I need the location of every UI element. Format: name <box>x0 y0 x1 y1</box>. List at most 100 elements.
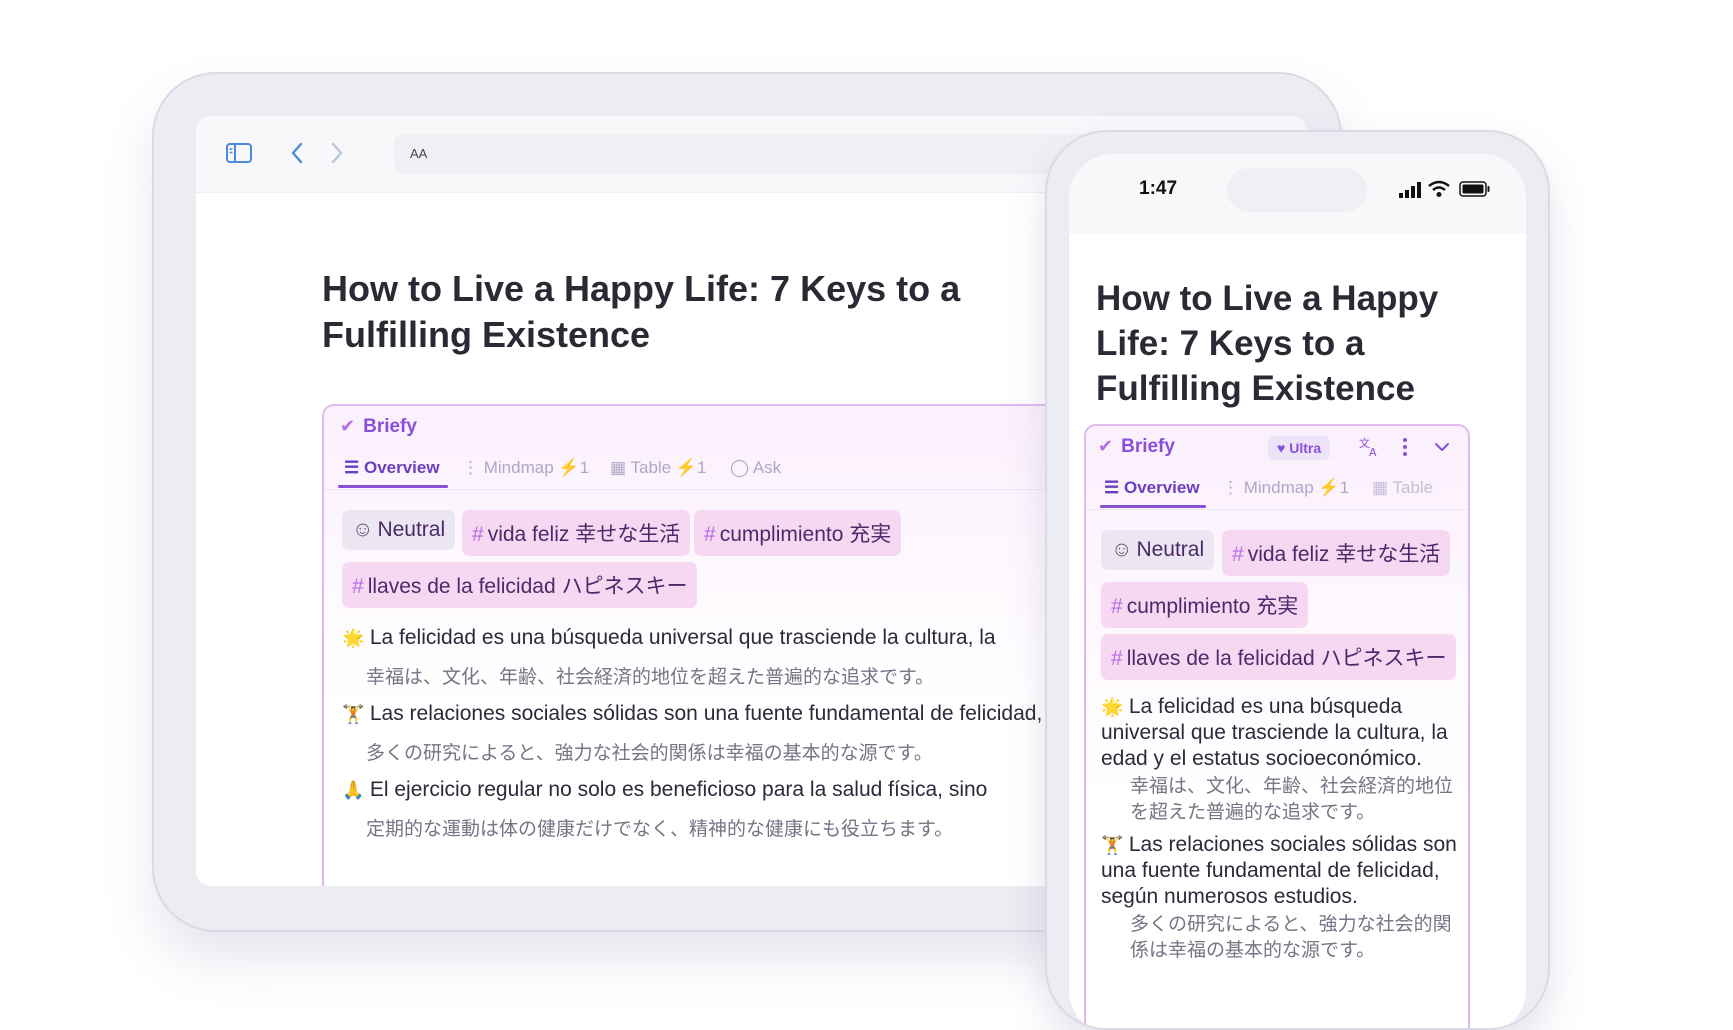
bolt-count: 1 <box>697 458 707 477</box>
signal-icon <box>1399 182 1421 198</box>
hash-icon: # <box>352 575 364 598</box>
battery-icon <box>1459 181 1490 197</box>
text-size-button[interactable]: AA <box>410 146 427 161</box>
chevron-left-icon[interactable] <box>290 142 304 164</box>
tag-chip[interactable]: # vida feliz 幸せな生活 <box>462 510 691 556</box>
briefy-header: ✔ Briefy <box>1098 436 1175 458</box>
star-icon: 🌟 <box>1101 697 1124 717</box>
chip-label: vida feliz 幸せな生活 <box>487 523 681 546</box>
list-icon: ☰ <box>1104 478 1120 497</box>
tab-mindmap[interactable]: ⋮ Mindmap ⚡1 <box>462 458 589 478</box>
briefy-brand: Briefy <box>363 416 417 437</box>
summary-point: 🏋 Las relaciones sociales sólidas son un… <box>342 702 1042 726</box>
article-title: How to Live a Happy Life: 7 Keys to a Fu… <box>1096 279 1439 408</box>
badge-label: Ultra <box>1289 440 1322 456</box>
chevron-right-icon[interactable] <box>330 142 344 164</box>
smile-icon: ☺ <box>352 518 374 541</box>
point-text-es: El ejercicio regular no solo es benefici… <box>369 778 988 801</box>
tab-label: Overview <box>363 458 440 477</box>
tag-chip[interactable]: # llaves de la felicidad ハピネスキー <box>342 562 698 608</box>
weightlifter-icon: 🏋 <box>1101 835 1124 855</box>
wifi-icon <box>1428 180 1450 197</box>
ultra-badge: ♥ Ultra <box>1268 436 1331 460</box>
point-text-ja: 多くの研究によると、強力な社会的関係は幸福の基本的な源です。 <box>366 743 933 764</box>
hash-icon: # <box>1111 595 1123 618</box>
more-options-icon[interactable] <box>1402 437 1408 457</box>
phone-screen: 1:47 How to Live a Happy Life: 7 Keys to… <box>1069 154 1526 1028</box>
hash-icon: # <box>1232 543 1244 566</box>
chevron-down-icon[interactable] <box>1434 442 1450 452</box>
pray-icon: 🙏 <box>342 780 365 800</box>
bolt-icon: ⚡ <box>558 458 580 477</box>
point-text-ja: 定期的な運動は体の健康だけでなく、精神的な健康にも役立ちます。 <box>366 819 954 840</box>
chip-label: llaves de la felicidad ハピネスキー <box>367 575 688 598</box>
status-time: 1:47 <box>1139 178 1178 199</box>
tab-table[interactable]: ▦ Table ⚡1 <box>610 458 707 478</box>
point-text-es: La felicidad es una búsqueda universal q… <box>369 626 996 649</box>
tab-active-indicator <box>1100 505 1206 508</box>
table-icon: ▦ <box>610 458 627 477</box>
chip-label: Neutral <box>1136 538 1205 561</box>
tab-ask[interactable]: ◯ Ask <box>730 458 781 478</box>
bolt-icon: ⚡ <box>1318 478 1340 497</box>
hash-icon: # <box>1111 647 1123 670</box>
tabs-divider <box>1086 508 1468 510</box>
briefy-logo-icon: ✔ <box>340 416 356 436</box>
tab-overview[interactable]: ☰ Overview <box>344 458 440 478</box>
point-text-ja: 幸福は、文化、年齢、社会経済的地位を超えた普遍的な追求です。 <box>366 667 935 688</box>
mindmap-icon: ⋮ <box>462 458 479 477</box>
tab-label: Overview <box>1123 478 1200 497</box>
article-title: How to Live a Happy Life: 7 Keys to a Fu… <box>322 268 961 355</box>
weightlifter-icon: 🏋 <box>342 704 365 724</box>
bolt-icon: ⚡ <box>675 458 698 477</box>
mindmap-icon: ⋮ <box>1222 478 1239 497</box>
summary-point: 🙏 El ejercicio regular no solo es benefi… <box>342 778 987 802</box>
phone-device: 1:47 How to Live a Happy Life: 7 Keys to… <box>1045 130 1550 1030</box>
tab-label: Table <box>630 458 672 477</box>
translate-icon[interactable]: 文 A <box>1358 436 1382 458</box>
point-text-ja: 幸福は、文化、年齢、社会経済的地位を超えた普遍的な追求です。 <box>1130 776 1454 823</box>
point-text-ja: 多くの研究によると、強力な社会的関係は幸福の基本的な源です。 <box>1130 914 1452 961</box>
tab-label: Mindmap <box>1243 478 1314 497</box>
bolt-count: 1 <box>579 458 590 477</box>
tab-label: Table <box>1392 478 1434 497</box>
summary-point: 🏋 Las relaciones sociales sólidas son un… <box>1101 832 1463 910</box>
bolt-count: 1 <box>1339 478 1350 497</box>
briefy-logo-icon: ✔ <box>1098 436 1114 456</box>
svg-text:A: A <box>1369 446 1377 458</box>
hash-icon: # <box>472 523 484 546</box>
sentiment-chip[interactable]: ☺ Neutral <box>1101 530 1215 570</box>
heart-icon: ♥ <box>1277 440 1286 456</box>
summary-point: 🌟 La felicidad es una búsqueda universal… <box>1101 694 1463 772</box>
chip-label: cumplimiento 充実 <box>719 523 892 546</box>
hash-icon: # <box>704 523 716 546</box>
status-bar: 1:47 <box>1069 154 1526 234</box>
briefy-header: ✔ Briefy <box>340 416 417 438</box>
smile-icon: ☺ <box>1111 538 1133 561</box>
tab-mindmap[interactable]: ⋮ Mindmap ⚡1 <box>1222 478 1349 498</box>
chip-label: llaves de la felicidad ハピネスキー <box>1126 647 1447 670</box>
tag-chip[interactable]: # cumplimiento 充実 <box>694 510 902 556</box>
tab-overview[interactable]: ☰ Overview <box>1104 478 1200 498</box>
point-text-es: La felicidad es una búsqueda universal q… <box>1101 695 1448 770</box>
briefy-brand: Briefy <box>1121 436 1175 457</box>
dynamic-island <box>1227 168 1367 212</box>
tag-chip[interactable]: # llaves de la felicidad ハピネスキー <box>1101 634 1457 680</box>
chip-label: vida feliz 幸せな生活 <box>1247 543 1441 566</box>
tab-label: Mindmap <box>483 458 554 477</box>
briefy-panel: ✔ Briefy ♥ Ultra 文 A ☰ Overview ⋮ Mindma… <box>1084 424 1470 1028</box>
tag-chip[interactable]: # cumplimiento 充実 <box>1101 582 1309 628</box>
tab-label: Ask <box>752 458 782 477</box>
table-icon: ▦ <box>1372 478 1389 497</box>
star-icon: 🌟 <box>342 628 365 648</box>
tag-chip[interactable]: # vida feliz 幸せな生活 <box>1222 530 1451 576</box>
chip-label: Neutral <box>377 518 446 541</box>
chip-label: cumplimiento 充実 <box>1126 595 1299 618</box>
sentiment-chip[interactable]: ☺ Neutral <box>342 510 456 550</box>
tab-active-indicator <box>338 485 448 488</box>
sidebar-toggle-icon[interactable] <box>226 143 252 163</box>
summary-point: 🌟 La felicidad es una búsqueda universal… <box>342 626 996 650</box>
point-text-es: Las relaciones sociales sólidas son una … <box>1101 833 1457 908</box>
list-icon: ☰ <box>344 458 360 477</box>
tab-table[interactable]: ▦ Table <box>1372 478 1433 498</box>
